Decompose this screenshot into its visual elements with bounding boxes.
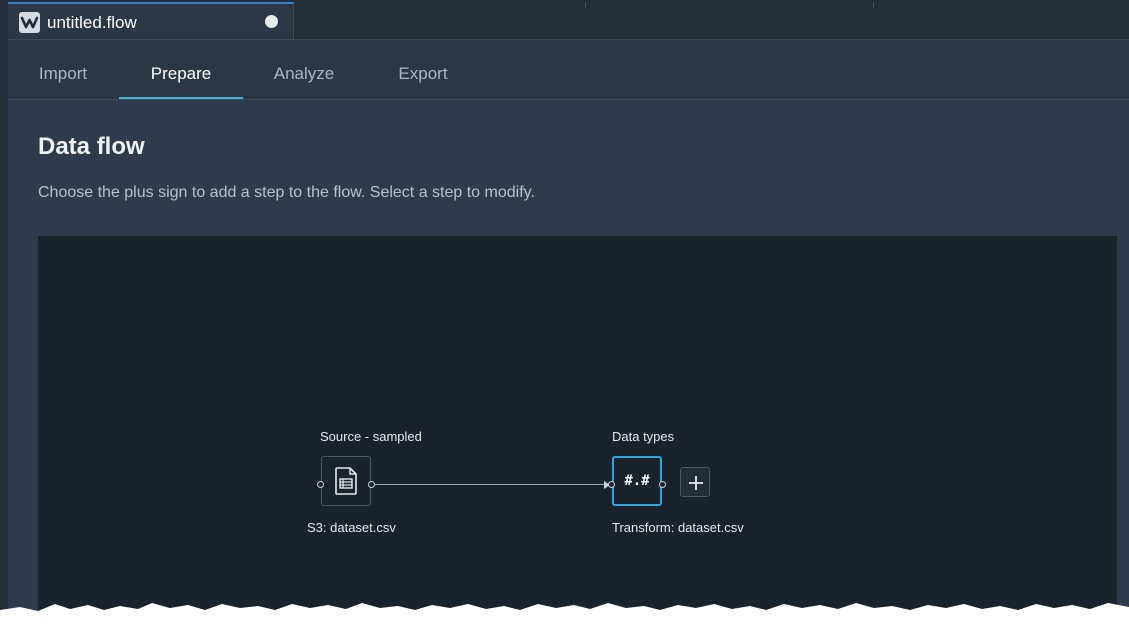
csv-file-icon: [335, 467, 357, 495]
data-wrangler-logo-icon: [19, 12, 40, 33]
tab-analyze-label: Analyze: [273, 64, 335, 83]
flow-subtabs: Import Prepare Analyze Export: [8, 40, 1129, 100]
transform-symbol: #.#: [624, 473, 650, 489]
editor-tab-strip: untitled.flow: [0, 0, 1129, 40]
tab-separator: [585, 2, 586, 8]
data-types-node[interactable]: #.#: [612, 456, 662, 506]
flow-edge: [375, 484, 607, 485]
source-output-port[interactable]: [368, 481, 375, 488]
left-gutter: [0, 0, 8, 639]
source-node-caption: S3: dataset.csv: [307, 520, 396, 535]
source-input-port[interactable]: [317, 481, 324, 488]
tab-analyze[interactable]: Analyze: [261, 40, 347, 99]
file-tab[interactable]: untitled.flow: [8, 2, 294, 39]
tab-export-label: Export: [398, 64, 448, 83]
tab-prepare[interactable]: Prepare: [119, 40, 243, 99]
transform-output-port[interactable]: [659, 481, 666, 488]
source-node-header: Source - sampled: [320, 429, 422, 444]
tab-import[interactable]: Import: [24, 40, 102, 99]
page-description: Choose the plus sign to add a step to th…: [38, 184, 535, 201]
file-tab-title: untitled.flow: [47, 13, 137, 32]
tab-export[interactable]: Export: [385, 40, 461, 99]
transform-node-header: Data types: [612, 429, 675, 444]
add-step-button[interactable]: [680, 467, 710, 497]
unsaved-dot-icon[interactable]: [265, 15, 278, 28]
tab-import-label: Import: [38, 64, 88, 83]
plus-icon: [689, 476, 703, 490]
torn-edge-decoration: [0, 603, 1129, 639]
data-flow-panel: Data flow Choose the plus sign to add a …: [8, 100, 1129, 639]
tab-prepare-label: Prepare: [150, 64, 212, 83]
source-node[interactable]: [321, 456, 371, 506]
page-title: Data flow: [38, 133, 145, 160]
app-window: untitled.flow Import Prepare Analyze Exp…: [0, 0, 1129, 639]
active-tab-underline: [119, 97, 243, 99]
flow-canvas[interactable]: Source - sampled S3: dataset.csv Data ty…: [38, 236, 1117, 639]
transform-input-port[interactable]: [608, 481, 615, 488]
tab-separator: [873, 2, 874, 8]
transform-node-caption: Transform: dataset.csv: [612, 520, 744, 535]
